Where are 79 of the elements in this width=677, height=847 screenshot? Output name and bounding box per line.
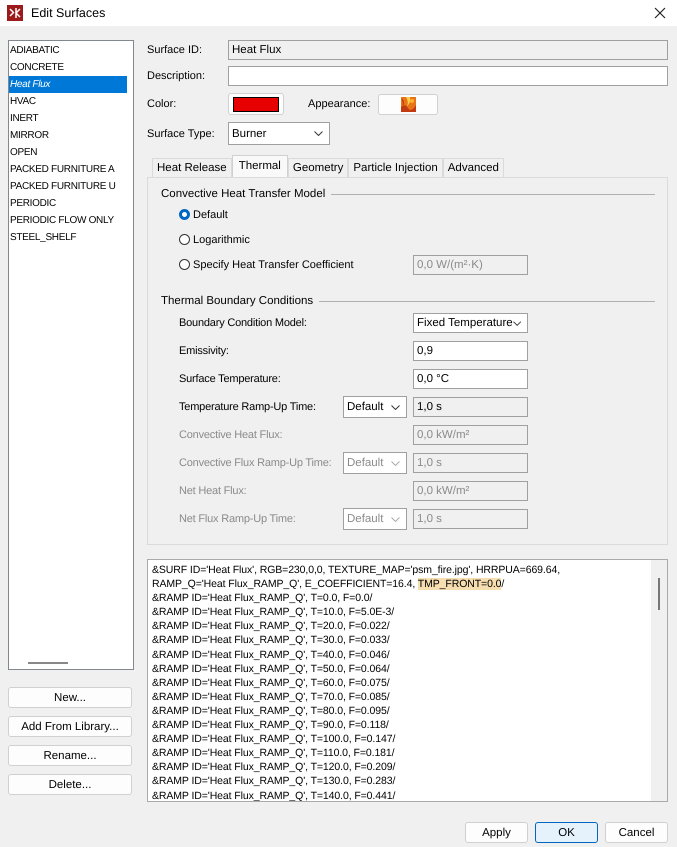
model-dropdown[interactable]: Fixed Temperature (413, 313, 528, 333)
field-label: Description: (147, 70, 206, 82)
code-line: &SURF ID='Heat Flux', RGB=230,0,0, TEXTURE_MAP='psm_fire.jpg', HRRPUA=669.64, (152, 563, 562, 578)
code-line: &RAMP ID='Heat Flux_RAMP_Q', T=110.0, F=0.181/ (152, 746, 396, 760)
chevron-down-icon (314, 131, 323, 136)
code-line: &RAMP ID='Heat Flux_RAMP_Q', T=0.0, F=0.0/ (152, 591, 374, 606)
field-label: Convective Heat Flux: (179, 429, 284, 441)
field-label: Temperature Ramp-Up Time: (179, 401, 317, 413)
code-line: &RAMP ID='Heat Flux_RAMP_Q', T=60.0, F=0.075/ (152, 676, 391, 690)
field-label: Boundary Condition Model: (179, 317, 308, 329)
field-label: Emissivity: (179, 345, 230, 357)
close-icon[interactable] (654, 7, 666, 19)
radio-button[interactable] (179, 209, 190, 220)
code-line: &RAMP ID='Heat Flux_RAMP_Q', T=20.0, F=0.022/ (152, 619, 391, 634)
scrollbar-thumb[interactable] (658, 578, 660, 610)
description-field[interactable] (228, 66, 668, 86)
code-line: &RAMP ID='Heat Flux_RAMP_Q', T=120.0, F=0.209/ (152, 760, 396, 774)
code-line: &RAMP ID='Heat Flux_RAMP_Q', T=140.0, F=0.441/ (152, 788, 396, 801)
code-line: &RAMP ID='Heat Flux_RAMP_Q', T=30.0, F=0.033/ (152, 633, 391, 648)
surface-list-item[interactable]: PERIODIC (9, 195, 127, 212)
chevron-down-icon (512, 320, 521, 326)
code-line: &RAMP ID='Heat Flux_RAMP_Q', T=100.0, F=0.147/ (152, 732, 396, 746)
tab[interactable]: Heat Release (152, 158, 232, 177)
color-button[interactable] (228, 93, 284, 115)
code-line: &RAMP ID='Heat Flux_RAMP_Q', T=90.0, F=0.118/ (152, 718, 390, 732)
code-line: RAMP_Q='Heat Flux_RAMP_Q', E_COEFFICIENT=16.4, TMP_FRONT=0.0/ (152, 577, 506, 592)
list-action-button[interactable]: Add From Library... (8, 716, 132, 737)
surface-list-item[interactable]: ADIABATIC (9, 42, 127, 59)
surface-list-item[interactable]: PACKED FURNITURE A (9, 161, 127, 178)
chevron-down-icon (391, 516, 400, 522)
surface-list-item[interactable]: CONCRETE (9, 59, 127, 76)
field-label: Surface ID: (147, 44, 204, 56)
dialog-button[interactable]: Apply (465, 822, 528, 843)
chevron-down-icon (391, 460, 400, 466)
input-field[interactable]: 0,0 °C (413, 369, 528, 389)
chevron-down-icon (391, 404, 400, 410)
time-field[interactable]: 1,0 s (413, 397, 528, 417)
surface-list-item[interactable]: STEEL_SHELF (9, 229, 127, 246)
code-line: &RAMP ID='Heat Flux_RAMP_Q', T=50.0, F=0.064/ (152, 662, 391, 676)
field-label: Surface Type: (147, 128, 216, 140)
field-label: Color: (147, 98, 178, 110)
code-line: &RAMP ID='Heat Flux_RAMP_Q', T=40.0, F=0.046/ (152, 648, 391, 662)
dialog-button[interactable]: Cancel (605, 822, 668, 843)
code-line: &RAMP ID='Heat Flux_RAMP_Q', T=80.0, F=0.095/ (152, 704, 391, 718)
appearance-button[interactable] (378, 94, 438, 114)
field-label: Net Heat Flux: (179, 485, 248, 497)
surface-list-item[interactable]: HVAC (9, 93, 127, 110)
list-action-button[interactable]: New... (8, 687, 132, 708)
list-action-button[interactable]: Delete... (8, 774, 132, 795)
group-title: Thermal Boundary Conditions (161, 295, 314, 307)
app-logo-icon (7, 5, 23, 21)
tab[interactable]: Particle Injection (348, 158, 443, 177)
field-label: Surface Temperature: (179, 373, 282, 385)
radio-option[interactable]: Logarithmic (179, 234, 413, 246)
tab[interactable]: Thermal (232, 155, 288, 177)
surface-list-item[interactable]: PACKED FURNITURE U (9, 178, 127, 195)
dialog-button[interactable]: OK (535, 822, 598, 843)
scrollbar-thumb[interactable] (28, 662, 68, 664)
tab[interactable]: Advanced (442, 158, 504, 177)
code-line: &RAMP ID='Heat Flux_RAMP_Q', T=130.0, F=0.283/ (152, 774, 396, 788)
surface-list-item[interactable]: MIRROR (9, 127, 127, 144)
field-label: Appearance: (308, 98, 370, 110)
input-field[interactable]: 0,9 (413, 341, 528, 361)
surface-list-item[interactable]: INERT (9, 110, 127, 127)
code-line: &RAMP ID='Heat Flux_RAMP_Q', T=10.0, F=5.0E-3/ (152, 605, 396, 620)
radio-button[interactable] (179, 234, 190, 245)
list-action-button[interactable]: Rename... (8, 745, 132, 766)
field-label: Net Flux Ramp-Up Time: (179, 513, 297, 525)
surface-list-item[interactable]: Heat Flux (9, 76, 127, 93)
surface-type-dropdown[interactable]: Burner (228, 122, 330, 145)
group-title: Convective Heat Transfer Model (161, 188, 326, 200)
surface-list-item[interactable]: PERIODIC FLOW ONLY (9, 212, 127, 229)
radio-option[interactable]: Default (179, 208, 413, 220)
field-label: Convective Flux Ramp-Up Time: (179, 457, 333, 469)
window-title: Edit Surfaces (31, 6, 106, 20)
code-line: &RAMP ID='Heat Flux_RAMP_Q', T=70.0, F=0.085/ (152, 690, 391, 704)
tab[interactable]: Geometry (288, 158, 348, 177)
ramp-dropdown[interactable]: Default (343, 396, 407, 418)
surface-list-item[interactable]: OPEN (9, 144, 127, 161)
